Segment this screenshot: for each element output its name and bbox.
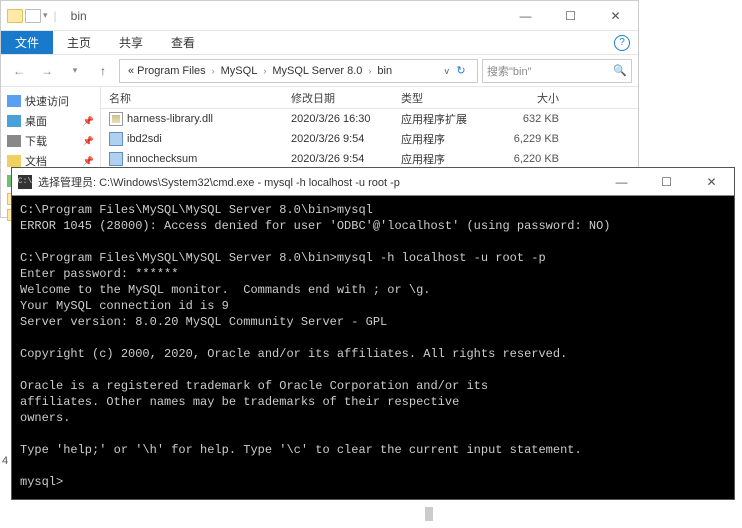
search-icon: 🔍 <box>613 64 627 77</box>
star-icon <box>7 95 21 107</box>
search-input[interactable]: 搜索"bin" 🔍 <box>482 59 632 83</box>
sidebar-item-desktop[interactable]: 桌面📌 <box>3 111 98 131</box>
forward-button[interactable]: → <box>35 59 59 83</box>
console-title: 选择管理员: C:\Windows\System32\cmd.exe - mys… <box>38 174 400 190</box>
file-icon <box>109 112 123 126</box>
explorer-ribbon-tabs: 文件 主页 共享 查看 ? <box>1 31 638 55</box>
col-date[interactable]: 修改日期 <box>291 90 401 106</box>
refresh-button[interactable]: ↻ <box>449 64 473 77</box>
file-date: 2020/3/26 16:30 <box>291 113 401 125</box>
console-window: C:\ 选择管理员: C:\Windows\System32\cmd.exe -… <box>11 167 735 500</box>
file-type: 应用程序 <box>401 151 491 167</box>
help-icon: ? <box>614 35 630 51</box>
file-date: 2020/3/26 9:54 <box>291 133 401 145</box>
col-name[interactable]: 名称 <box>101 90 291 106</box>
file-date: 2020/3/26 9:54 <box>291 153 401 165</box>
file-name: innochecksum <box>127 153 197 165</box>
dropdown-icon[interactable]: ▾ <box>43 10 48 21</box>
col-size[interactable]: 大小 <box>491 90 571 106</box>
search-placeholder: 搜索"bin" <box>487 63 532 79</box>
tab-view[interactable]: 查看 <box>157 31 209 54</box>
file-icon <box>109 152 123 166</box>
file-type: 应用程序扩展 <box>401 111 491 127</box>
window-title: bin <box>71 9 87 23</box>
document-icon <box>7 155 21 167</box>
pin-icon: 📌 <box>83 156 94 167</box>
folder-icon <box>25 9 41 23</box>
close-button[interactable]: ✕ <box>593 1 638 31</box>
file-size: 6,220 KB <box>491 153 571 165</box>
history-dropdown[interactable]: ▾ <box>63 59 87 83</box>
pin-icon: 📌 <box>83 116 94 127</box>
explorer-navbar: ← → ▾ ↑ « Program Files› MySQL› MySQL Se… <box>1 55 638 87</box>
desktop-icon <box>7 115 21 127</box>
minimize-button[interactable]: — <box>503 1 548 31</box>
chevron-right-icon: › <box>210 66 217 76</box>
console-titlebar[interactable]: C:\ 选择管理员: C:\Windows\System32\cmd.exe -… <box>12 168 734 196</box>
titlebar-sep: | <box>54 9 57 23</box>
cursor <box>425 507 433 521</box>
folder-icon <box>7 9 23 23</box>
file-size: 632 KB <box>491 113 571 125</box>
file-name: harness-library.dll <box>127 113 213 125</box>
file-list-header[interactable]: 名称 修改日期 类型 大小 <box>101 87 638 109</box>
col-type[interactable]: 类型 <box>401 90 491 106</box>
pin-icon: 📌 <box>83 136 94 147</box>
cmd-icon: C:\ <box>18 175 32 189</box>
crumb[interactable]: MySQL <box>217 65 262 77</box>
download-icon <box>7 135 21 147</box>
file-size: 6,229 KB <box>491 133 571 145</box>
maximize-button[interactable]: ☐ <box>548 1 593 31</box>
table-row[interactable]: harness-library.dll 2020/3/26 16:30应用程序扩展… <box>101 109 638 129</box>
crumb[interactable]: MySQL Server 8.0 <box>268 65 366 77</box>
sidebar-item-downloads[interactable]: 下载📌 <box>3 131 98 151</box>
explorer-titlebar[interactable]: ▾ | bin — ☐ ✕ <box>1 1 638 31</box>
breadcrumb[interactable]: « Program Files› MySQL› MySQL Server 8.0… <box>119 59 478 83</box>
file-type: 应用程序 <box>401 131 491 147</box>
chevron-right-icon: › <box>366 66 373 76</box>
sidebar-quick-access[interactable]: 快速访问 <box>3 91 98 111</box>
back-button[interactable]: ← <box>7 59 31 83</box>
close-button[interactable]: ✕ <box>689 168 734 196</box>
maximize-button[interactable]: ☐ <box>644 168 689 196</box>
console-output[interactable]: C:\Program Files\MySQL\MySQL Server 8.0\… <box>12 196 734 528</box>
tab-home[interactable]: 主页 <box>53 31 105 54</box>
crumb[interactable]: bin <box>373 65 396 77</box>
bottom-text: 4 <box>2 455 8 467</box>
table-row[interactable]: ibd2sdi 2020/3/26 9:54应用程序6,229 KB <box>101 129 638 149</box>
help-button[interactable]: ? <box>614 31 630 54</box>
minimize-button[interactable]: — <box>599 168 644 196</box>
file-name: ibd2sdi <box>127 133 162 145</box>
up-button[interactable]: ↑ <box>91 59 115 83</box>
tab-share[interactable]: 共享 <box>105 31 157 54</box>
table-row[interactable]: innochecksum 2020/3/26 9:54应用程序6,220 KB <box>101 149 638 169</box>
tab-file[interactable]: 文件 <box>1 31 53 54</box>
file-icon <box>109 132 123 146</box>
chevron-right-icon: › <box>261 66 268 76</box>
crumb[interactable]: « Program Files <box>124 65 210 77</box>
